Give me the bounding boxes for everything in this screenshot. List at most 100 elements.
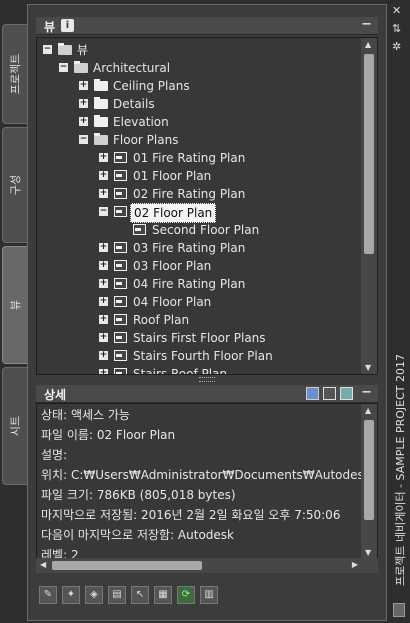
expand-icon[interactable]: + — [99, 315, 108, 324]
scroll-left-icon[interactable]: ◀ — [40, 560, 46, 569]
new-callout-icon[interactable]: ✦ — [62, 586, 80, 604]
details-hscroll-thumb[interactable] — [52, 561, 202, 570]
new-section-icon[interactable]: ◈ — [85, 586, 103, 604]
tab-project[interactable]: 프로젝트 — [2, 24, 27, 124]
tab-sheets-label: 시트 — [9, 415, 22, 437]
detail-description: 설명: — [41, 448, 68, 462]
properties-icon[interactable]: ✲ — [392, 40, 401, 53]
details-hscrollbar[interactable]: ◀ ▶ — [36, 558, 378, 573]
detail-location: 위치: C:₩Users₩Administrator₩Documents₩Aut… — [41, 468, 378, 482]
folder-open-icon — [74, 61, 88, 73]
view-icon — [114, 260, 127, 271]
refresh-icon[interactable]: ⟳ — [177, 586, 195, 604]
tab-constructs-label: 구성 — [9, 174, 22, 196]
details-header: 상세 − — [36, 385, 378, 403]
tab-views-label: 뷰 — [9, 299, 22, 311]
tree-item[interactable]: + Roof Plan — [37, 311, 359, 329]
tree-item-label: 04 Fire Rating Plan — [133, 277, 246, 291]
expand-icon[interactable]: + — [99, 261, 108, 270]
repath-icon[interactable]: ▥ — [200, 586, 218, 604]
close-icon[interactable]: ✕ — [392, 4, 401, 17]
tree-item[interactable]: +02 Fire Rating Plan — [37, 185, 359, 203]
regenerate-icon[interactable]: ↖ — [131, 586, 149, 604]
expand-icon[interactable]: + — [99, 297, 108, 306]
expand-icon[interactable]: + — [79, 99, 88, 108]
tree-item[interactable]: + Stairs Roof Plan — [37, 365, 359, 374]
new-view-icon[interactable]: ✎ — [39, 586, 57, 604]
tree-item-label: Elevation — [113, 115, 169, 129]
collapse-details-button[interactable]: − — [361, 385, 372, 400]
view-icon — [114, 152, 127, 163]
tree-item[interactable]: +04 Fire Rating Plan — [37, 275, 359, 293]
stairs-icon — [114, 368, 127, 374]
collapse-icon[interactable]: − — [99, 207, 108, 216]
details-list: 상태: 액세스 가능 파일 이름: 02 Floor Plan 설명: 위치: … — [36, 403, 378, 573]
properties-grid-icon[interactable]: ▦ — [154, 586, 172, 604]
tree-item[interactable]: − 뷰 — [37, 41, 359, 59]
details-view-icon[interactable] — [323, 387, 336, 400]
tree-item[interactable]: +01 Floor Plan — [37, 167, 359, 185]
palette-menu-icon[interactable] — [393, 603, 405, 617]
view-icon — [114, 188, 127, 199]
tree-item[interactable]: +03 Fire Rating Plan — [37, 239, 359, 257]
tree-item[interactable]: + Stairs First Floor Plans — [37, 329, 359, 347]
tree-item[interactable]: Second Floor Plan — [37, 221, 359, 239]
expand-icon[interactable]: + — [99, 333, 108, 342]
expand-icon[interactable]: + — [79, 117, 88, 126]
panel-splitter[interactable] — [36, 375, 378, 383]
tree-item[interactable]: + Elevation — [37, 113, 359, 131]
expand-icon[interactable]: + — [99, 153, 108, 162]
folder-open-icon — [94, 133, 108, 145]
preview-icon[interactable] — [306, 387, 319, 400]
collapse-icon[interactable]: − — [59, 63, 68, 72]
tree-item[interactable]: +03 Floor Plan — [37, 257, 359, 275]
autohide-icon[interactable]: ⇅ — [392, 22, 401, 35]
details-scrollbar[interactable]: ▲ ▼ — [361, 404, 377, 559]
tree-item[interactable]: +04 Floor Plan — [37, 293, 359, 311]
tree-item[interactable]: + Details — [37, 95, 359, 113]
tree-scroll-thumb[interactable] — [364, 54, 374, 254]
expand-icon[interactable]: + — [99, 351, 108, 360]
tab-constructs[interactable]: 구성 — [2, 127, 27, 243]
expand-icon[interactable]: + — [99, 189, 108, 198]
details-scroll-thumb[interactable] — [364, 420, 374, 520]
expand-icon[interactable]: + — [99, 279, 108, 288]
tree-scrollbar[interactable]: ▲ ▼ — [361, 38, 377, 374]
tree-item-label: 04 Floor Plan — [133, 295, 212, 309]
tree-item-label: 02 Fire Rating Plan — [133, 187, 246, 201]
view-icon — [114, 206, 127, 217]
image-view-icon[interactable] — [340, 387, 353, 400]
scroll-up-icon[interactable]: ▲ — [365, 40, 371, 49]
tree-item[interactable]: − Architectural — [37, 59, 359, 77]
tree-item[interactable]: − Floor Plans — [37, 131, 359, 149]
tree-item[interactable]: +01 Fire Rating Plan — [37, 149, 359, 167]
tree-item-label: 02 Floor Plan — [130, 203, 217, 223]
folder-icon — [94, 97, 108, 109]
tree-item[interactable]: + Ceiling Plans — [37, 77, 359, 95]
stairs-icon — [114, 350, 127, 361]
collapse-icon[interactable]: − — [43, 45, 52, 54]
palette-title: 프로젝트 네비게이터 - SAMPLE PROJECT 2017 — [394, 354, 407, 586]
views-tree[interactable]: − 뷰 − Architectural + Ceiling Plans + Details + E… — [36, 37, 378, 375]
details-scroll-up-icon[interactable]: ▲ — [365, 406, 371, 415]
collapse-icon[interactable]: − — [79, 135, 88, 144]
tree-item[interactable]: − 02 Floor Plan — [37, 203, 359, 223]
clipboard-icon[interactable]: ▤ — [108, 586, 126, 604]
expand-icon[interactable]: + — [99, 171, 108, 180]
info-icon[interactable]: i — [61, 19, 74, 32]
detail-last-saved: 마지막으로 저장됨: 2016년 2월 2일 화요일 오후 7:50:06 — [41, 508, 341, 522]
detail-status: 상태: 액세스 가능 — [41, 408, 130, 422]
view-icon — [114, 314, 127, 325]
stairs-icon — [114, 332, 127, 343]
tab-sheets[interactable]: 시트 — [2, 367, 27, 485]
expand-icon[interactable]: + — [79, 81, 88, 90]
expand-icon[interactable]: + — [99, 243, 108, 252]
details-scroll-down-icon[interactable]: ▼ — [365, 548, 371, 557]
folder-open-icon — [58, 43, 72, 55]
tree-item[interactable]: + Stairs Fourth Floor Plan — [37, 347, 359, 365]
tree-item-label: 01 Fire Rating Plan — [133, 151, 246, 165]
collapse-views-button[interactable]: − — [361, 17, 372, 32]
tab-views[interactable]: 뷰 — [2, 246, 27, 364]
scroll-down-icon[interactable]: ▼ — [365, 363, 371, 372]
scroll-right-icon[interactable]: ▶ — [352, 560, 358, 569]
